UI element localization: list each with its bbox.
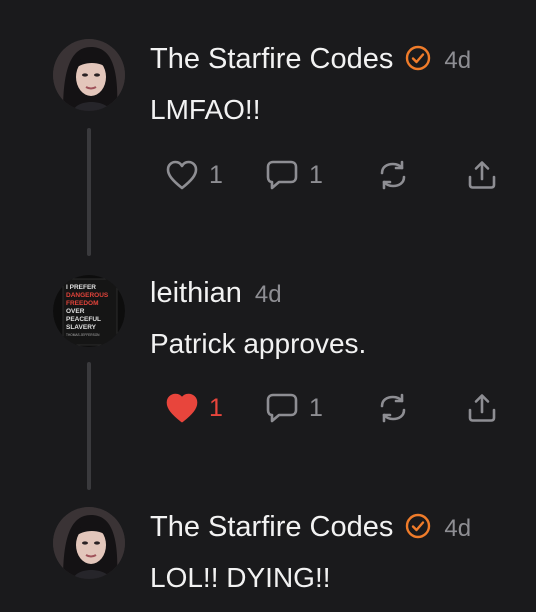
restack-button[interactable] — [376, 159, 410, 191]
avatar-quote-line: I PREFER — [66, 284, 96, 291]
verified-badge-icon — [405, 513, 431, 544]
heart-icon — [166, 160, 198, 190]
share-button[interactable] — [466, 159, 498, 191]
like-button[interactable]: 1 — [165, 159, 223, 191]
author-avatar[interactable] — [53, 507, 125, 579]
author-name[interactable]: leithian — [150, 277, 242, 310]
avatar-quote-line: OVER — [66, 308, 85, 315]
post-time: 4d — [444, 515, 472, 542]
author-name[interactable]: The Starfire Codes — [150, 43, 393, 76]
action-bar: 1 1 — [0, 392, 536, 432]
reply-button[interactable]: 1 — [265, 392, 323, 424]
avatar-quote-line: PEACEFUL — [66, 316, 101, 323]
portrait-avatar-icon — [53, 39, 125, 111]
comment-text: LOL!! DYING!! — [150, 562, 331, 593]
reply-button[interactable]: 1 — [265, 159, 323, 191]
heart-filled-icon — [166, 393, 198, 423]
portrait-avatar-icon — [53, 507, 125, 579]
post-time: 4d — [444, 47, 472, 74]
avatar-quote-line: THOMAS JEFFERSON — [66, 333, 100, 337]
quote-book-avatar-icon: I PREFER DANGEROUS FREEDOM OVER PEACEFUL… — [53, 275, 125, 347]
share-upload-icon — [468, 161, 496, 189]
author-avatar[interactable] — [53, 39, 125, 111]
author-avatar[interactable]: I PREFER DANGEROUS FREEDOM OVER PEACEFUL… — [53, 275, 125, 347]
restack-icon — [380, 160, 406, 190]
like-count: 1 — [209, 160, 223, 189]
avatar-quote-line: FREEDOM — [66, 300, 99, 307]
comment-bubble-icon — [266, 160, 298, 190]
like-count: 1 — [209, 393, 223, 422]
like-button[interactable]: 1 — [165, 392, 223, 424]
post-time: 4d — [254, 281, 282, 308]
restack-button[interactable] — [376, 392, 410, 424]
reply-count: 1 — [309, 393, 323, 422]
comment-text: Patrick approves. — [150, 328, 367, 359]
restack-icon — [380, 393, 406, 423]
reply-count: 1 — [309, 160, 323, 189]
share-upload-icon — [468, 394, 496, 422]
share-button[interactable] — [466, 392, 498, 424]
author-name[interactable]: The Starfire Codes — [150, 511, 393, 544]
avatar-quote-line: SLAVERY — [66, 324, 97, 331]
comment-bubble-icon — [266, 393, 298, 423]
comment-text: LMFAO!! — [150, 94, 261, 125]
verified-badge-icon — [405, 45, 431, 76]
avatar-quote-line: DANGEROUS — [66, 292, 109, 299]
action-bar: 1 1 — [0, 159, 536, 199]
